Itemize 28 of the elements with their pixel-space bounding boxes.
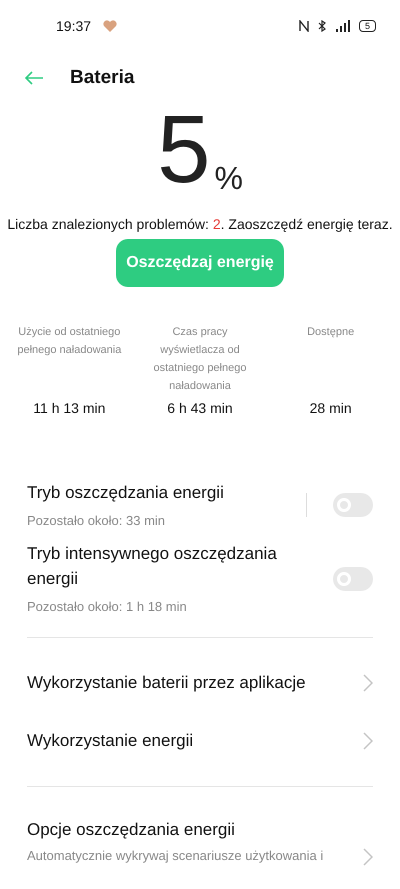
percent-sign: % (214, 162, 243, 194)
setting-subtitle: Pozostało około: 33 min (27, 512, 166, 530)
back-arrow-icon[interactable] (24, 71, 44, 85)
problems-message: Liczba znalezionych problemów: 2. Zaoszczędź energię teraz. (6, 215, 394, 234)
bluetooth-icon (316, 20, 327, 32)
menu-item[interactable]: Wykorzystanie energii (27, 728, 194, 754)
chevron-right-icon (363, 848, 373, 866)
heart-icon (103, 20, 118, 32)
nfc-icon (298, 20, 309, 32)
stat-value: 11 h 13 min (33, 399, 106, 418)
page-title: Bateria (70, 66, 134, 90)
signal-icon (334, 20, 351, 32)
chevron-right-icon (363, 674, 373, 692)
setting-subtitle: Pozostało około: 1 h 18 min (27, 598, 188, 616)
stat-label: Dostępne (306, 325, 356, 340)
setting-title: Tryb intensywnego oszczędzania energii (27, 543, 278, 590)
battery-percentage: 5 (157, 102, 210, 198)
menu-item[interactable]: Wykorzystanie baterii przez aplikacje (27, 670, 306, 696)
battery-indicator: 5 (358, 20, 376, 32)
menu-item-description: Automatycznie wykrywaj scenariusze użytkowania i (27, 847, 324, 865)
stat-value: 6 h 43 min (167, 399, 233, 418)
menu-item[interactable]: Opcje oszczędzania energii (27, 816, 324, 842)
stat-value: 28 min (310, 399, 352, 418)
stat-label: Czas pracy wyświetlacza od ostatniego pełnego naładowania (152, 325, 248, 394)
stat-label: Użycie od ostatniego pełnego naładowania (16, 325, 122, 358)
chevron-right-icon (363, 732, 373, 750)
setting-title: Tryb oszczędzania energii (27, 482, 224, 504)
status-time: 19:37 (56, 16, 92, 36)
